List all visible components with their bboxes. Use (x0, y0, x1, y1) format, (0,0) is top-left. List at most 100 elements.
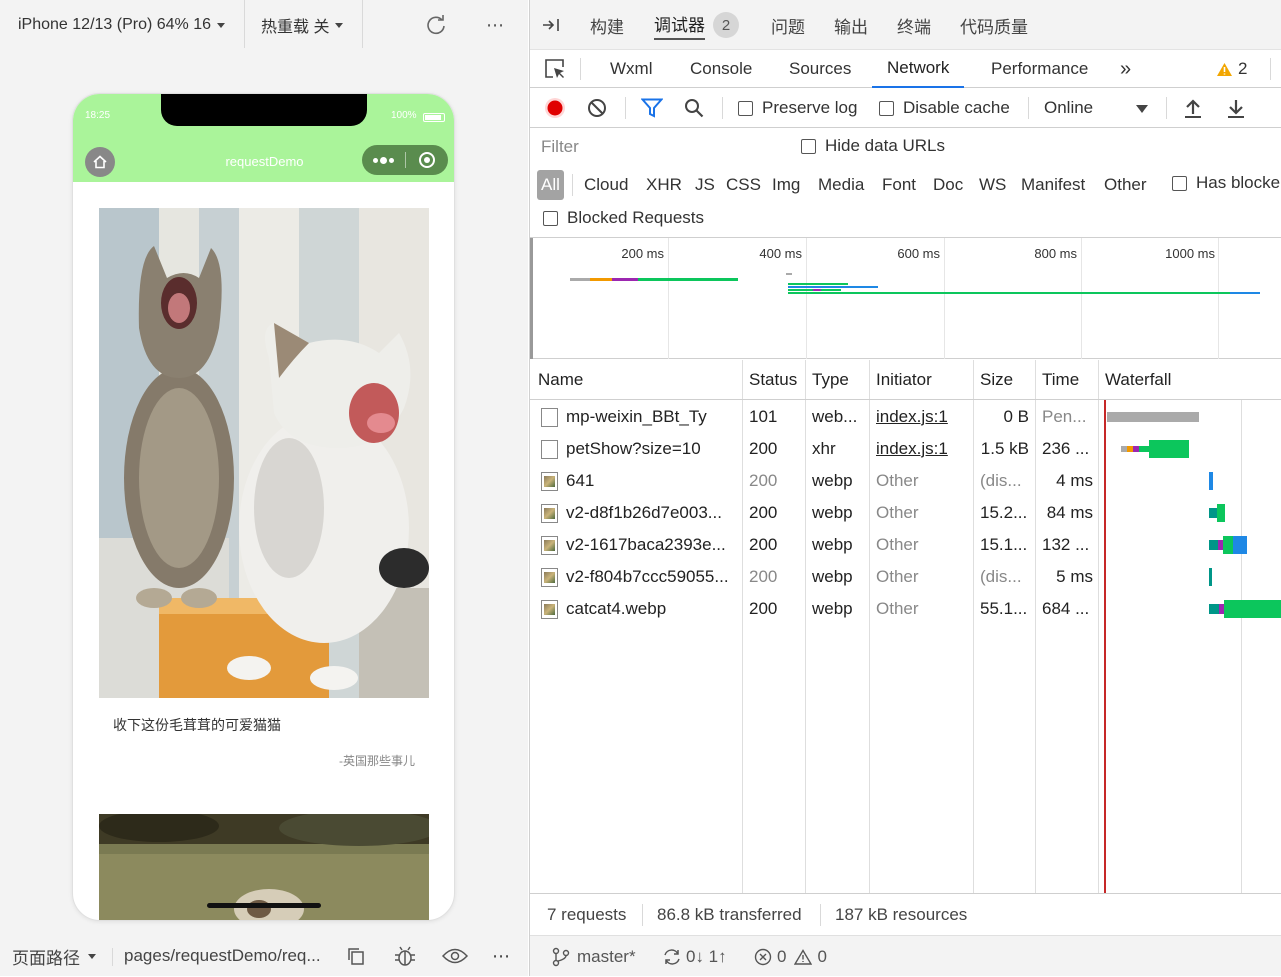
filter-type-js[interactable]: JS (695, 170, 715, 200)
page-path-selector[interactable]: 页面路径 (12, 936, 96, 976)
git-sync[interactable]: 0↓ 1↑ (662, 936, 727, 977)
filter-type-doc[interactable]: Doc (933, 170, 963, 200)
filter-type-xhr[interactable]: XHR (646, 170, 682, 200)
request-initiator-link[interactable]: index.js:1 (876, 401, 948, 433)
table-row[interactable]: v2-1617baca2393e... 200 webp Other 15.1.… (530, 529, 1281, 561)
more-icon[interactable]: ⋯ (486, 0, 504, 50)
request-status: 200 (749, 503, 778, 522)
table-row[interactable]: 641 200 webp Other (dis... 4 ms (530, 465, 1281, 497)
home-button[interactable] (85, 147, 115, 177)
throttling-select[interactable]: Online (1044, 88, 1154, 128)
column-header-waterfall[interactable]: Waterfall (1099, 360, 1171, 400)
waterfall-bar (1107, 412, 1199, 422)
has-blocked-cookies-checkbox[interactable]: Has blocke (1172, 173, 1281, 193)
source-control-bar: master* 0↓ 1↑ 0 0 (530, 935, 1281, 976)
tab-wxml[interactable]: Wxml (610, 50, 652, 88)
git-branch[interactable]: master* (552, 936, 636, 977)
close-miniprogram-icon[interactable] (406, 151, 448, 169)
collapse-panel-icon[interactable] (542, 0, 562, 50)
table-row[interactable]: petShow?size=10 200 xhr index.js:1 1.5 k… (530, 433, 1281, 465)
export-har-button[interactable] (1227, 88, 1245, 128)
request-size: (dis... (980, 471, 1022, 490)
tab-code-quality[interactable]: 代码质量 (960, 0, 1028, 50)
tab-debugger[interactable]: 调试器 2 (654, 0, 739, 50)
hide-data-urls-checkbox[interactable]: Hide data URLs (801, 136, 945, 156)
request-size: 15.1... (980, 535, 1028, 554)
divider (820, 904, 821, 926)
preserve-log-checkbox[interactable]: Preserve log (738, 88, 857, 128)
divider (1166, 97, 1167, 119)
table-row[interactable]: catcat4.webp 200 webp Other 55.1... 684 … (530, 593, 1281, 625)
filter-type-font[interactable]: Font (882, 170, 916, 200)
table-row[interactable]: mp-weixin_BBt_Ty 101 web... index.js:1 0… (530, 401, 1281, 433)
more-tabs-icon[interactable]: » (1120, 50, 1131, 88)
request-type: web... (812, 407, 858, 426)
filter-type-other[interactable]: Other (1104, 170, 1147, 200)
clear-icon (588, 99, 606, 117)
tab-issues[interactable]: 问题 (771, 0, 805, 50)
import-har-button[interactable] (1184, 88, 1202, 128)
copy-icon[interactable] (346, 936, 366, 976)
table-row[interactable]: v2-f804b7ccc59055... 200 webp Other (dis… (530, 561, 1281, 593)
filter-type-all[interactable]: All (537, 170, 564, 200)
waterfall-bar (1149, 440, 1189, 458)
filter-type-media[interactable]: Media (818, 170, 864, 200)
column-header-name[interactable]: Name (532, 360, 583, 400)
tab-performance[interactable]: Performance (991, 50, 1088, 88)
chevron-down-icon (335, 22, 344, 28)
more-icon[interactable]: ⋯ (492, 936, 510, 976)
request-initiator: Other (876, 599, 919, 618)
waterfall-bar (1233, 536, 1247, 554)
checkbox-icon (801, 138, 816, 154)
filter-type-ws[interactable]: WS (979, 170, 1006, 200)
filter-type-css[interactable]: CSS (726, 170, 761, 200)
checkbox-icon (1172, 175, 1187, 191)
column-header-size[interactable]: Size (974, 360, 1013, 400)
divider (244, 0, 245, 48)
more-dots-icon[interactable] (362, 156, 405, 164)
rotate-icon[interactable] (425, 0, 447, 50)
request-initiator: Other (876, 535, 919, 554)
column-header-time[interactable]: Time (1036, 360, 1079, 400)
column-header-initiator[interactable]: Initiator (870, 360, 932, 400)
filter-type-img[interactable]: Img (772, 170, 800, 200)
tab-network[interactable]: Network (872, 50, 965, 88)
request-name: mp-weixin_BBt_Ty (541, 401, 739, 433)
transferred-size: 86.8 kB transferred (657, 905, 802, 924)
clear-button[interactable] (587, 88, 607, 128)
record-button[interactable] (544, 88, 566, 128)
tab-console[interactable]: Console (690, 50, 752, 88)
tab-sources[interactable]: Sources (789, 50, 851, 88)
debug-bug-icon[interactable] (393, 936, 417, 976)
resources-size: 187 kB resources (835, 905, 968, 924)
tab-output[interactable]: 输出 (834, 0, 868, 50)
element-picker-icon[interactable] (544, 50, 566, 88)
request-initiator-link[interactable]: index.js:1 (876, 433, 948, 465)
home-icon (93, 155, 107, 169)
page-path-value: pages/requestDemo/req... (124, 946, 321, 965)
preview-eye-icon[interactable] (442, 936, 468, 976)
column-header-type[interactable]: Type (806, 360, 849, 400)
problems-indicator[interactable]: 0 0 (754, 936, 827, 977)
hot-reload-toggle[interactable]: 热重载 关 (261, 0, 344, 50)
upload-icon (1185, 99, 1201, 118)
checkbox-icon (879, 100, 894, 116)
table-row[interactable]: v2-d8f1b26d7e003... 200 webp Other 15.2.… (530, 497, 1281, 529)
column-header-status[interactable]: Status (743, 360, 797, 400)
filter-toggle[interactable] (641, 88, 663, 128)
disable-cache-checkbox[interactable]: Disable cache (879, 88, 1010, 128)
tab-debugger-label: 调试器 (654, 11, 705, 40)
blocked-requests-checkbox[interactable]: Blocked Requests (543, 208, 704, 228)
tab-build[interactable]: 构建 (590, 0, 624, 50)
device-selector[interactable]: iPhone 12/13 (Pro) 64% 16 (18, 0, 226, 50)
waterfall-bar (1209, 568, 1212, 586)
request-type: webp (812, 503, 853, 522)
filter-type-manifest[interactable]: Manifest (1021, 170, 1085, 200)
filter-input[interactable]: Filter (541, 137, 579, 157)
filter-type-cloud[interactable]: Cloud (584, 170, 628, 200)
network-overview: 200 ms 400 ms 600 ms 800 ms 1000 ms (530, 238, 1281, 359)
tab-terminal[interactable]: 终端 (897, 0, 931, 50)
cat-photo[interactable] (99, 208, 429, 698)
warnings-indicator[interactable]: 2 (1216, 50, 1247, 88)
search-button[interactable] (684, 88, 704, 128)
